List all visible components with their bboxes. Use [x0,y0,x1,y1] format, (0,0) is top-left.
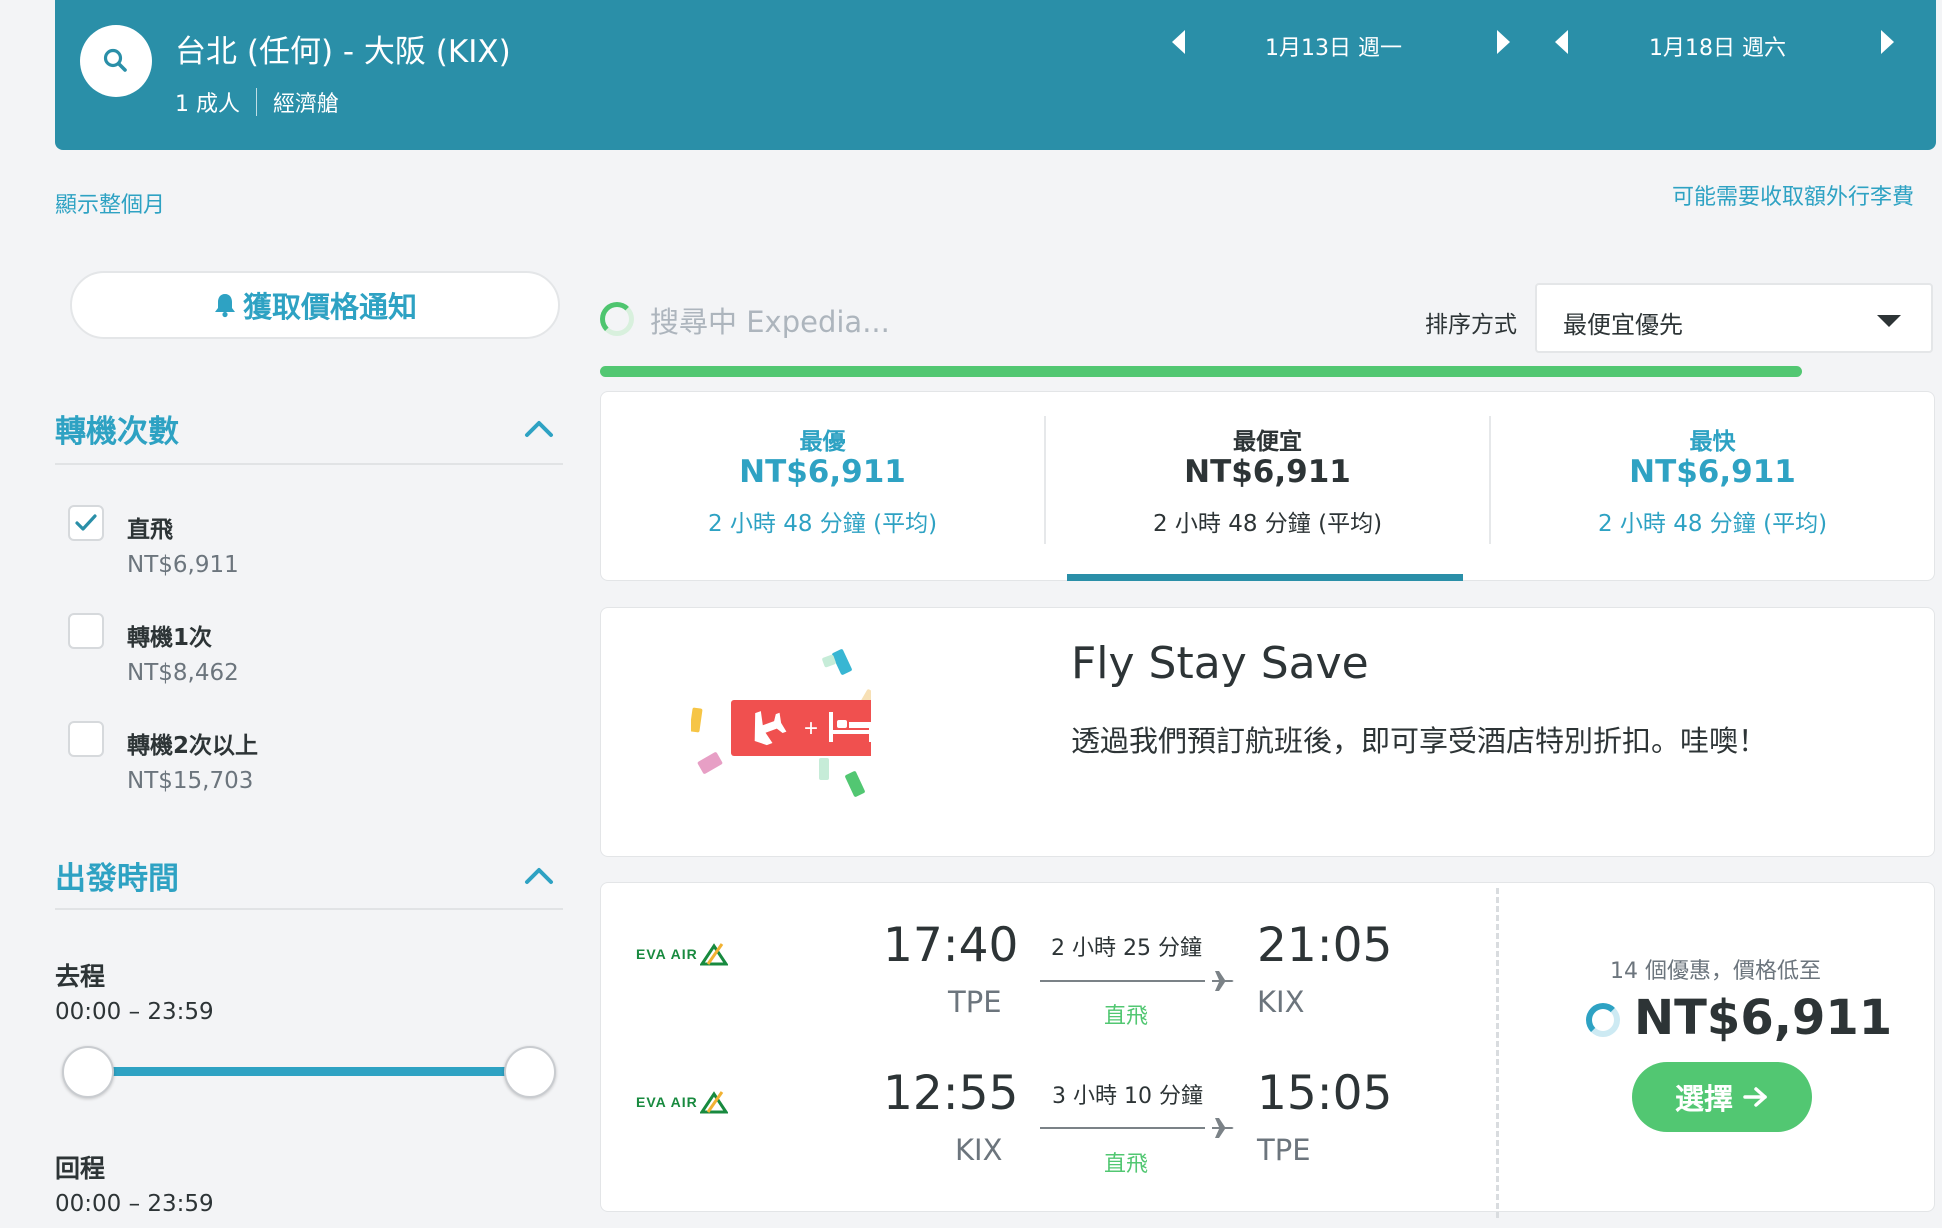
show-whole-month-link[interactable]: 顯示整個月 [55,187,165,219]
tab-label: 最快 [1689,429,1736,455]
slider-handle-start[interactable] [62,1046,114,1098]
tab-duration: 2 小時 48 分鐘 (平均) [1152,511,1383,537]
price-alert-button[interactable]: 獲取價格通知 [70,271,560,339]
trip-details[interactable]: 1 成人 經濟艙 [175,86,339,118]
divider [256,88,257,116]
select-flight-button[interactable]: 選擇 [1632,1062,1812,1132]
leg1-arrive-airport: KIX [1257,985,1305,1019]
stops-two-plus-checkbox[interactable] [68,721,104,757]
leg2-depart-time: 12:55 [883,1066,1019,1121]
leg2-arrive-airport: TPE [1257,1133,1311,1167]
airplane-icon [1212,1118,1234,1138]
cabin-class: 經濟艙 [273,92,340,117]
tab-price: NT$6,911 [739,454,906,490]
depart-prev-day-icon[interactable] [1172,30,1185,54]
leg1-duration: 2 小時 25 分鐘 [1051,936,1202,961]
return-time-range: 00:00 – 23:59 [55,1191,214,1217]
leg2-route-line [1040,1127,1205,1129]
stops-two-plus-label[interactable]: 轉機2次以上 [127,726,258,760]
result-price: NT$6,911 [1634,990,1893,1046]
tab-label: 最優 [799,429,846,455]
divider [55,908,563,910]
route-title[interactable]: 台北 (任何) - 大阪 (KIX) [175,26,511,71]
search-progress-bar [600,366,1802,377]
outbound-time-range: 00:00 – 23:59 [55,999,214,1025]
checkmark-icon [75,514,97,531]
stops-one-checkbox[interactable] [68,613,104,649]
search-button[interactable] [80,25,152,97]
airplane-icon [1212,971,1234,991]
leg1-stops: 直飛 [1104,1004,1149,1029]
stops-direct-label[interactable]: 直飛 [127,510,173,544]
airline-logo: EVA AIR [636,1090,728,1114]
sort-label: 排序方式 [1425,312,1517,338]
tab-cheapest[interactable]: 最便宜 NT$6,911 2 小時 48 分鐘 (平均) [1046,392,1489,580]
eva-air-logo-icon [699,1091,728,1114]
deals-count: 14 個優惠，價格低至 [1610,959,1821,984]
sort-tabs: 最優 NT$6,911 2 小時 48 分鐘 (平均) 最便宜 NT$6,911… [600,391,1935,581]
passengers-count: 1 成人 [175,92,240,117]
caret-down-icon [1877,315,1901,327]
select-button-label: 選擇 [1674,1082,1733,1116]
stops-one-price: NT$8,462 [127,660,239,686]
tab-duration: 2 小時 48 分鐘 (平均) [1597,511,1828,537]
loading-spinner-icon [1586,1003,1620,1037]
leg1-depart-airport: TPE [948,985,1002,1019]
leg1-depart-time: 17:40 [883,918,1019,973]
bell-icon [214,294,235,318]
ticket-divider [1496,888,1499,1218]
outbound-label: 去程 [55,962,106,991]
promo-title: Fly Stay Save [1071,638,1369,689]
sort-value: 最便宜優先 [1563,311,1683,339]
outbound-time-slider[interactable] [90,1067,530,1076]
promo-description: 透過我們預訂航班後，即可享受酒店特別折扣。哇噢！ [1071,724,1768,758]
leg1-route-line [1040,980,1205,982]
airline-logo: EVA AIR [636,942,728,966]
tab-label: 最便宜 [1233,429,1302,455]
eva-air-logo-icon [699,943,728,966]
flight-plus-hotel-icon: + [691,649,871,797]
loading-spinner-icon [600,302,634,336]
return-date[interactable]: 1月18日 週六 [1649,30,1786,62]
stops-two-plus-price: NT$15,703 [127,768,254,794]
stops-filter-title[interactable]: 轉機次數 [55,406,179,451]
return-next-day-icon[interactable] [1881,30,1894,54]
return-prev-day-icon[interactable] [1555,30,1568,54]
leg2-stops: 直飛 [1104,1152,1149,1177]
stops-one-label[interactable]: 轉機1次 [127,618,212,652]
search-header[interactable]: 台北 (任何) - 大阪 (KIX) 1 成人 經濟艙 1月13日 週一 1月1… [55,0,1936,150]
divider [55,463,563,465]
chevron-up-icon[interactable] [524,418,554,438]
leg2-duration: 3 小時 10 分鐘 [1052,1084,1203,1109]
tab-price: NT$6,911 [1629,454,1796,490]
price-alert-label: 獲取價格通知 [242,290,417,324]
tab-price: NT$6,911 [1184,454,1351,490]
baggage-fee-link[interactable]: 可能需要收取額外行李費 [1672,179,1914,211]
fly-stay-save-promo[interactable]: + Fly Stay Save 透過我們預訂航班後，即可享受酒店特別折扣。哇噢！ [600,607,1935,857]
active-tab-indicator [1067,574,1463,581]
leg2-arrive-time: 15:05 [1257,1066,1393,1121]
leg1-arrive-time: 21:05 [1257,918,1393,973]
search-status: 搜尋中 Expedia... [650,305,890,339]
tab-duration: 2 小時 48 分鐘 (平均) [707,511,938,537]
departure-time-filter-title[interactable]: 出發時間 [55,853,179,898]
tab-best[interactable]: 最優 NT$6,911 2 小時 48 分鐘 (平均) [601,392,1044,580]
search-icon [103,48,127,72]
sort-dropdown[interactable]: 最便宜優先 [1535,283,1933,353]
depart-next-day-icon[interactable] [1497,30,1510,54]
slider-handle-end[interactable] [504,1046,556,1098]
leg2-depart-airport: KIX [955,1133,1003,1167]
svg-text:+: + [804,715,818,742]
stops-direct-price: NT$6,911 [127,552,239,578]
tab-fastest[interactable]: 最快 NT$6,911 2 小時 48 分鐘 (平均) [1491,392,1934,580]
depart-date[interactable]: 1月13日 週一 [1265,30,1402,62]
chevron-up-icon[interactable] [524,865,554,885]
stops-direct-checkbox[interactable] [68,505,104,541]
arrow-right-icon [1743,1087,1767,1107]
return-label: 回程 [55,1154,106,1183]
